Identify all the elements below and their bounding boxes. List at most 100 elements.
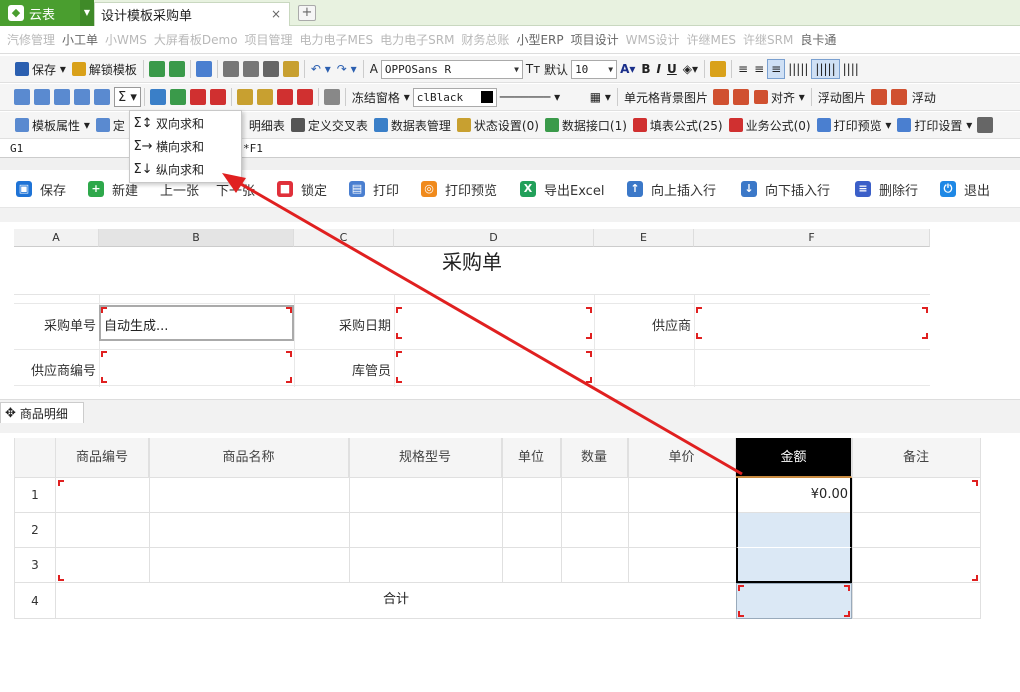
detail-tab[interactable]: ✥ 商品明细	[0, 402, 84, 424]
row-number[interactable]: 1	[15, 478, 56, 513]
float-image-tool[interactable]: 浮动图片	[815, 87, 869, 107]
row-number[interactable]: 4	[15, 583, 56, 619]
sheet-icon[interactable]	[14, 89, 30, 105]
nav-item[interactable]: 小型ERP	[516, 26, 563, 53]
col-header-f[interactable]: F	[694, 229, 930, 247]
redo-icon[interactable]: ↷ ▾	[334, 59, 360, 79]
bg-remove-icon[interactable]	[732, 89, 749, 105]
print-preview-button[interactable]: ◎ 打印预览	[421, 178, 497, 200]
nav-item[interactable]: 良卡通	[800, 26, 836, 53]
row-number[interactable]: 2	[15, 513, 56, 548]
delete-col-icon[interactable]	[209, 89, 226, 105]
insert-row-icon[interactable]	[149, 89, 166, 105]
fill-color-tool[interactable]: ◈▾	[680, 59, 701, 79]
save-button[interactable]: ▣ 保存	[16, 178, 66, 200]
insert-col-icon[interactable]	[169, 89, 186, 105]
font-color-tool[interactable]: A▾	[617, 59, 638, 79]
format-brush-icon[interactable]	[282, 61, 299, 77]
unlock-template-tool[interactable]: 解锁模板	[69, 59, 140, 79]
po-date-cell[interactable]	[396, 307, 592, 339]
lock-button[interactable]: ■ 锁定	[277, 178, 327, 200]
align-tool[interactable]: 对齐 ▾	[751, 87, 808, 107]
supplier-cell[interactable]	[696, 307, 928, 339]
print-button[interactable]: ▤ 打印	[349, 178, 399, 200]
italic-button[interactable]: I	[654, 59, 664, 79]
nav-item[interactable]: 小工单	[62, 26, 98, 53]
nav-item[interactable]: 项目设计	[571, 26, 619, 53]
document-tab[interactable]: 设计模板采购单 ×	[94, 2, 290, 26]
cut-icon[interactable]	[222, 61, 239, 77]
align-center-icon[interactable]: ≡	[751, 59, 767, 79]
sheet3-icon[interactable]	[54, 89, 70, 105]
export-excel-button[interactable]: X 导出Excel	[520, 178, 604, 200]
col-header-amount[interactable]: 金额	[736, 438, 852, 478]
freeze-panes-tool[interactable]: 冻结窗格 ▾	[349, 87, 413, 107]
biz-formula-tool[interactable]: 业务公式(0)	[726, 115, 814, 135]
undo-icon[interactable]: ↶ ▾	[308, 59, 334, 79]
col-header-d[interactable]: D	[394, 229, 594, 247]
bg-add-icon[interactable]	[712, 89, 729, 105]
nav-item[interactable]: 财务总账	[461, 26, 509, 53]
define-tool[interactable]: 定	[93, 115, 128, 135]
float-remove-icon[interactable]	[890, 89, 907, 105]
barcode3-icon[interactable]: ||||	[840, 59, 862, 79]
save-tool[interactable]: 保存 ▾	[12, 59, 69, 79]
bold-button[interactable]: B	[638, 59, 653, 79]
col-header-product-code[interactable]: 商品编号	[56, 438, 149, 478]
col-header-spec[interactable]: 规格型号	[349, 438, 502, 478]
supplier-no-cell[interactable]	[101, 351, 292, 383]
exit-tool-icon[interactable]	[195, 61, 212, 77]
col-header-qty[interactable]: 数量	[561, 438, 628, 478]
line-style-select[interactable]: ─────── ▾	[497, 87, 587, 107]
insert-row-up-button[interactable]: ↑ 向上插入行	[627, 178, 716, 200]
col-header-remark[interactable]: 备注	[852, 438, 981, 478]
menu-item-vertical-sum[interactable]: Σ↓ 纵向求和	[130, 158, 241, 180]
print-settings-tool[interactable]: 打印设置 ▾	[894, 115, 975, 135]
nav-item[interactable]: 大屏看板Demo	[154, 26, 238, 53]
amount-cell[interactable]	[736, 513, 852, 548]
underline-button[interactable]: U	[664, 59, 680, 79]
sheet2-icon[interactable]	[34, 89, 50, 105]
barcode2-icon[interactable]: |||||	[811, 59, 840, 79]
row-number[interactable]: 3	[15, 548, 56, 583]
nav-item[interactable]: 电力电子MES	[300, 26, 374, 53]
merge-icon[interactable]	[236, 89, 253, 105]
amount-total-cell[interactable]	[736, 583, 852, 619]
nav-item[interactable]: 许继MES	[686, 26, 736, 53]
add-tab-button[interactable]: +	[298, 5, 316, 21]
amount-cell[interactable]	[736, 548, 852, 583]
col-header-c[interactable]: C	[294, 229, 394, 247]
po-number-cell[interactable]: 自动生成...	[99, 305, 294, 341]
sheet4-icon[interactable]	[74, 89, 90, 105]
nav-item[interactable]: 电力电子SRM	[380, 26, 454, 53]
template-attr-tool[interactable]: 模板属性 ▾	[12, 115, 93, 135]
col-header-b[interactable]: B	[99, 229, 294, 247]
font-size-select[interactable]: 10 ▼	[571, 59, 618, 79]
copy-icon[interactable]	[242, 61, 259, 77]
lock-cell-icon[interactable]	[710, 61, 727, 77]
float-tool[interactable]: 浮动	[909, 87, 939, 107]
clear2-icon[interactable]	[296, 89, 313, 105]
align-right-icon[interactable]: ≡	[767, 59, 786, 79]
barcode-icon[interactable]: |||||	[785, 59, 811, 79]
keeper-cell[interactable]	[396, 351, 592, 383]
col-header-price[interactable]: 单价	[628, 438, 736, 478]
delete-row-button[interactable]: ≡ 删除行	[855, 178, 918, 200]
cross-table-tool[interactable]: 定义交叉表	[288, 115, 371, 135]
col-header-e[interactable]: E	[594, 229, 694, 247]
color-select[interactable]: clBlack	[412, 87, 497, 107]
nav-item[interactable]: 小WMS	[105, 26, 147, 53]
exit-button[interactable]: ⏻ 退出	[940, 178, 990, 200]
move-icon[interactable]: ✥	[5, 406, 16, 421]
import-icon[interactable]	[148, 61, 165, 77]
status-tool[interactable]: 状态设置(0)	[454, 115, 542, 135]
delete-row-icon[interactable]	[189, 89, 206, 105]
nav-item[interactable]: 汽修管理	[7, 26, 55, 53]
insert-row-down-button[interactable]: ↓ 向下插入行	[741, 178, 830, 200]
logo-dropdown-icon[interactable]: ▼	[80, 0, 94, 26]
export-icon[interactable]	[168, 61, 185, 77]
cell-bg-image-tool[interactable]: 单元格背景图片	[621, 87, 711, 107]
font-name-select[interactable]: OPPOSans R ▼	[380, 59, 523, 79]
nav-item[interactable]: WMS设计	[626, 26, 680, 53]
gear-icon[interactable]	[977, 117, 994, 133]
